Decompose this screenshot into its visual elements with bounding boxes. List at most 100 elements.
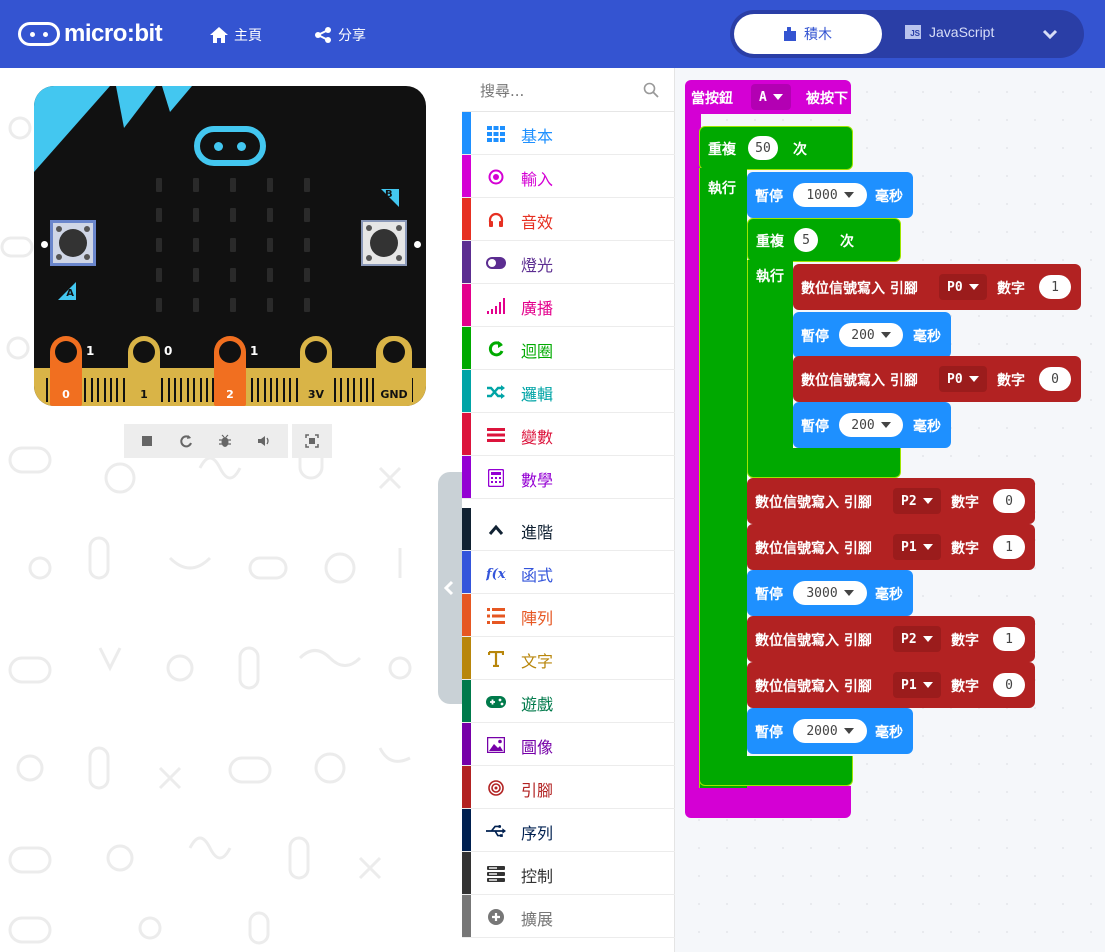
pause-duration-dropdown[interactable]: 200 bbox=[839, 413, 903, 437]
value-input[interactable]: 1 bbox=[993, 627, 1025, 651]
makecode-editor: micro:bit 主頁 分享 積木 JS JavaScript A B 0 1… bbox=[0, 0, 1105, 952]
category-color-bar bbox=[462, 594, 471, 636]
pause-duration-dropdown[interactable]: 3000 bbox=[793, 581, 867, 605]
category-color-bar bbox=[462, 370, 471, 412]
digital-write-p0-0-block[interactable]: 數位信號寫入 引腳 P0 數字 0 bbox=[793, 356, 1081, 402]
pin-3v[interactable]: 3V bbox=[300, 336, 332, 406]
pause-duration-dropdown[interactable]: 1000 bbox=[793, 183, 867, 207]
repeat-count-input[interactable]: 5 bbox=[794, 228, 818, 252]
collapse-simulator-button[interactable] bbox=[438, 472, 462, 704]
button-a[interactable] bbox=[50, 220, 96, 266]
pause-3000-block[interactable]: 暫停 3000 毫秒 bbox=[747, 570, 913, 616]
toolbox-category-15[interactable]: 引腳 bbox=[462, 766, 675, 809]
repeat-5-block[interactable]: 重複 5 次 bbox=[747, 218, 901, 262]
toolbox-category-14[interactable]: 圖像 bbox=[462, 723, 675, 766]
target-icon bbox=[486, 778, 506, 798]
screenshot-button[interactable] bbox=[292, 424, 332, 458]
javascript-tab[interactable]: JS JavaScript bbox=[905, 24, 994, 40]
digital-write-p0-1-block[interactable]: 數位信號寫入 引腳 P0 數字 1 bbox=[793, 264, 1081, 310]
on-button-pressed-block[interactable]: 當按鈕 A 被按下 bbox=[685, 80, 851, 114]
pause-unit-label: 毫秒 bbox=[913, 329, 941, 345]
repeat-50-block[interactable]: 重複 50 次 bbox=[699, 126, 853, 170]
toolbox-search[interactable]: 搜尋... bbox=[462, 68, 675, 112]
number-label: 數字 bbox=[951, 633, 979, 649]
value-input[interactable]: 1 bbox=[1039, 275, 1071, 299]
led-2-1 bbox=[193, 238, 199, 252]
pin-2[interactable]: 2 bbox=[214, 336, 246, 406]
sound-icon[interactable] bbox=[257, 434, 271, 448]
pause-duration-dropdown[interactable]: 2000 bbox=[793, 719, 867, 743]
toolbox-category-8[interactable]: 數學 bbox=[462, 456, 675, 499]
toolbox-category-3[interactable]: 燈光 bbox=[462, 241, 675, 284]
restart-icon[interactable] bbox=[179, 434, 193, 448]
category-color-bar bbox=[462, 198, 471, 240]
toolbox-category-0[interactable]: 基本 bbox=[462, 112, 675, 155]
shuffle-icon bbox=[486, 382, 506, 402]
blocks-workspace[interactable]: 當按鈕 A 被按下 重複 50 次 執行 暫停 1000 毫秒 重複 5 次 執… bbox=[675, 68, 1105, 952]
toolbox-category-6[interactable]: 邏輯 bbox=[462, 370, 675, 413]
blocks-tab[interactable]: 積木 bbox=[734, 14, 882, 54]
pin-select-dropdown[interactable]: P1 bbox=[893, 534, 941, 560]
pin-0[interactable]: 0 bbox=[50, 336, 82, 406]
toolbox-category-12[interactable]: 文字 bbox=[462, 637, 675, 680]
debug-icon[interactable] bbox=[219, 434, 231, 448]
pause-1000-block[interactable]: 暫停 1000 毫秒 bbox=[747, 172, 913, 218]
toolbox-category-4[interactable]: 廣播 bbox=[462, 284, 675, 327]
home-button[interactable]: 主頁 bbox=[210, 24, 262, 46]
category-color-bar bbox=[462, 155, 471, 197]
button-a-label: A bbox=[58, 282, 76, 300]
microbit-logo[interactable]: micro:bit bbox=[18, 18, 163, 50]
toolbox-category-2[interactable]: 音效 bbox=[462, 198, 675, 241]
category-label: 文字 bbox=[521, 652, 554, 671]
digital-write-p2-1-block[interactable]: 數位信號寫入 引腳 P2 數字 1 bbox=[747, 616, 1035, 662]
toolbox-category-5[interactable]: 迴圈 bbox=[462, 327, 675, 370]
pin-select-dropdown[interactable]: P1 bbox=[893, 672, 941, 698]
pin-1-value: 0 bbox=[164, 344, 173, 358]
search-input[interactable]: 搜尋... bbox=[480, 80, 524, 101]
pin-select-dropdown[interactable]: P0 bbox=[939, 274, 987, 300]
repeat-unit-label: 次 bbox=[793, 142, 807, 158]
category-label: 函式 bbox=[521, 566, 554, 585]
digital-write-p1-1-block[interactable]: 數位信號寫入 引腳 P1 數字 1 bbox=[747, 524, 1035, 570]
toolbox-category-7[interactable]: 變數 bbox=[462, 413, 675, 456]
value-input[interactable]: 0 bbox=[1039, 367, 1071, 391]
pin-select-dropdown[interactable]: P2 bbox=[893, 626, 941, 652]
pause-unit-label: 毫秒 bbox=[875, 189, 903, 205]
share-button[interactable]: 分享 bbox=[314, 24, 366, 46]
repeat-count-input[interactable]: 50 bbox=[748, 136, 778, 160]
toolbox-category-18[interactable]: 擴展 bbox=[462, 895, 675, 938]
pin-1[interactable]: 1 bbox=[128, 336, 160, 406]
toolbox-category-11[interactable]: 陣列 bbox=[462, 594, 675, 637]
value-input[interactable]: 0 bbox=[993, 673, 1025, 697]
pause-duration-dropdown[interactable]: 200 bbox=[839, 323, 903, 347]
pin-gnd[interactable]: GND bbox=[376, 336, 412, 406]
button-select-dropdown[interactable]: A bbox=[751, 84, 791, 110]
chevron-down-icon[interactable] bbox=[1042, 27, 1058, 41]
pause-2000-block[interactable]: 暫停 2000 毫秒 bbox=[747, 708, 913, 754]
toolbox-category-9[interactable]: 進階 bbox=[462, 508, 675, 551]
category-label: 輸入 bbox=[521, 170, 554, 189]
pause-200-block[interactable]: 暫停 200 毫秒 bbox=[793, 312, 951, 358]
pin-select-dropdown[interactable]: P0 bbox=[939, 366, 987, 392]
puzzle-icon bbox=[784, 27, 796, 41]
stop-icon[interactable] bbox=[141, 435, 153, 447]
toolbox-category-10[interactable]: f(x) 函式 bbox=[462, 551, 675, 594]
toolbox-category-1[interactable]: 輸入 bbox=[462, 155, 675, 198]
value-input[interactable]: 1 bbox=[993, 535, 1025, 559]
number-label: 數字 bbox=[951, 541, 979, 557]
search-icon[interactable] bbox=[643, 82, 659, 98]
toolbox-category-17[interactable]: 控制 bbox=[462, 852, 675, 895]
button-b[interactable] bbox=[361, 220, 407, 266]
toolbox-category-16[interactable]: 序列 bbox=[462, 809, 675, 852]
value-input[interactable]: 0 bbox=[993, 489, 1025, 513]
simulator-toolbar bbox=[124, 424, 332, 458]
digital-write-p1-0-block[interactable]: 數位信號寫入 引腳 P1 數字 0 bbox=[747, 662, 1035, 708]
pin-select-dropdown[interactable]: P2 bbox=[893, 488, 941, 514]
blocks-tab-label: 積木 bbox=[804, 27, 832, 43]
category-color-bar bbox=[462, 112, 471, 154]
digital-write-p2-0-block[interactable]: 數位信號寫入 引腳 P2 數字 0 bbox=[747, 478, 1035, 524]
pause-200-block[interactable]: 暫停 200 毫秒 bbox=[793, 402, 951, 448]
led-0-4 bbox=[304, 178, 310, 192]
toolbox-category-13[interactable]: 遊戲 bbox=[462, 680, 675, 723]
microbit-board: A B 0 1 1 0 2 1 3V GND bbox=[34, 86, 426, 406]
